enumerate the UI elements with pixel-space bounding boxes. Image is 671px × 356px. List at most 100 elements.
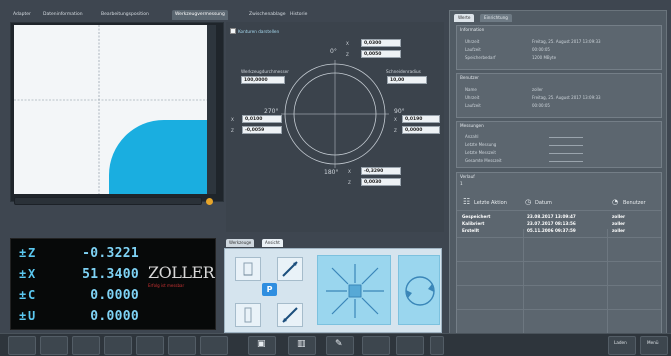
row-divider bbox=[457, 237, 661, 238]
toolbar-slot-button[interactable] bbox=[136, 336, 164, 355]
user-group: Benutzer Name zoller Uhrzeit Freitag, 25… bbox=[456, 73, 662, 118]
col-header-user[interactable]: Benutzer bbox=[623, 200, 646, 206]
right-x-field[interactable]: 0,0190 bbox=[402, 115, 440, 123]
bottom-toolbar: ▣ ▥ ✎ bbox=[0, 333, 671, 356]
probe-up-button[interactable] bbox=[277, 257, 303, 281]
empty-value-line bbox=[549, 161, 583, 162]
row-value: 00:00:05 bbox=[532, 103, 550, 108]
information-group: Information Uhrzeit Freitag, 25. August … bbox=[456, 25, 662, 70]
toolbar-slot-button[interactable] bbox=[40, 336, 68, 355]
rotate-icon bbox=[405, 276, 435, 306]
tab-adapter[interactable]: Adapter bbox=[10, 10, 34, 20]
tab-werte[interactable]: Werte bbox=[454, 14, 475, 22]
list-icon: ☷ bbox=[463, 197, 471, 206]
probe-down-button[interactable] bbox=[277, 303, 303, 327]
tool-side-icon bbox=[244, 307, 252, 323]
dro-axis-label: C bbox=[28, 288, 36, 302]
cell-action: Erstellt bbox=[462, 228, 480, 233]
measurement-canvas[interactable] bbox=[14, 25, 215, 194]
zoom-indicator-icon[interactable] bbox=[206, 198, 213, 205]
row-label: Name bbox=[465, 87, 477, 92]
radius-field[interactable]: 10,00 bbox=[387, 76, 427, 84]
top-z-field[interactable]: 0,0050 bbox=[361, 50, 401, 58]
tab-bearbeitungsposition[interactable]: Bearbeitungsposition bbox=[98, 10, 152, 20]
row-value: Freitag, 25. August 2017 13:09:33 bbox=[532, 95, 601, 100]
tool-holder-icon bbox=[243, 262, 253, 276]
row-divider bbox=[457, 285, 661, 286]
tab-historie[interactable]: Historie bbox=[287, 10, 310, 20]
toolbar-slot-button[interactable] bbox=[396, 336, 424, 355]
row-value: zoller bbox=[532, 87, 543, 92]
row-label: Laufzeit bbox=[465, 47, 481, 52]
row-label: Speicherbedarf bbox=[465, 55, 496, 60]
load-button[interactable] bbox=[608, 336, 636, 355]
zoller-logo: ZOLLER Erfolg ist messbar bbox=[148, 264, 215, 304]
row-value: 00:00:05 bbox=[532, 47, 550, 52]
row-divider bbox=[457, 210, 661, 211]
row-label: Gesamte Messzeit bbox=[465, 158, 502, 163]
row-label: Uhrzeit bbox=[465, 95, 480, 100]
move-directions-icon bbox=[326, 264, 384, 318]
main-tab-bar: Adapter Dateninformation Bearbeitungspos… bbox=[10, 10, 440, 22]
row-label: Letzte Messzeit bbox=[465, 150, 496, 155]
toolbar-slot-button[interactable] bbox=[72, 336, 100, 355]
tab-einrichtung[interactable]: Einrichtung bbox=[480, 14, 512, 22]
empty-value-line bbox=[549, 153, 583, 154]
tab-dateninformation[interactable]: Dateninformation bbox=[40, 10, 86, 20]
right-z-field[interactable]: 0,0000 bbox=[402, 126, 440, 134]
col-header-last-action[interactable]: Letzte Aktion bbox=[474, 200, 507, 206]
diameter-field[interactable]: 100,0000 bbox=[241, 76, 285, 84]
bottom-x-field[interactable]: -0,3290 bbox=[361, 167, 401, 175]
contour-checkbox[interactable] bbox=[230, 28, 236, 36]
diameter-label: Werkzeugdurchmesser bbox=[241, 69, 289, 74]
tool-side-button[interactable] bbox=[235, 303, 261, 327]
menu-button[interactable] bbox=[640, 336, 668, 355]
edit-button[interactable]: ✎ bbox=[326, 336, 354, 355]
toolbar-slot-button[interactable] bbox=[200, 336, 228, 355]
toolbar-slot-button[interactable] bbox=[104, 336, 132, 355]
left-x-label: X bbox=[231, 117, 234, 122]
menu-button-label: Menü bbox=[647, 340, 659, 345]
brand-claim: Erfolg ist messbar bbox=[148, 283, 185, 288]
statistics-button[interactable]: ▥ bbox=[288, 336, 316, 355]
toolbar-slot-button[interactable] bbox=[8, 336, 36, 355]
toolbar-small-button[interactable] bbox=[430, 336, 444, 355]
group-title: Messungen bbox=[460, 123, 484, 128]
col-divider bbox=[523, 229, 524, 333]
orientation-dial[interactable] bbox=[280, 58, 390, 170]
dro-row-u: ± U 0.0000 bbox=[19, 309, 139, 329]
edit-document-icon: ✎ bbox=[335, 339, 343, 349]
clock-icon: ◷ bbox=[525, 198, 532, 206]
tab-werkzeuge[interactable]: Werkzeuge bbox=[226, 239, 255, 247]
checkbox-icon[interactable] bbox=[230, 28, 236, 34]
canvas-horizontal-scrollbar[interactable] bbox=[14, 197, 202, 205]
dro-value-z: -0.3221 bbox=[82, 246, 139, 261]
group-title: Verlauf bbox=[460, 174, 475, 179]
tool-view-button[interactable] bbox=[235, 257, 261, 281]
parking-badge[interactable]: P bbox=[262, 283, 277, 296]
top-x-field[interactable]: 0,0300 bbox=[361, 39, 401, 47]
axis-icon: ± bbox=[19, 309, 27, 323]
left-z-field[interactable]: -0,0059 bbox=[242, 126, 282, 134]
row-label: Laufzeit bbox=[465, 103, 481, 108]
angle-90-label: 90° bbox=[394, 108, 405, 115]
row-value: Freitag, 25. August 2017 13:09:33 bbox=[532, 39, 601, 44]
cell-action: Kalibriert bbox=[462, 221, 485, 226]
print-button[interactable]: ▣ bbox=[248, 336, 276, 355]
bottom-z-field[interactable]: 0,0030 bbox=[361, 178, 401, 186]
row-label: Letzte Messung bbox=[465, 142, 497, 147]
left-x-field[interactable]: 0,0100 bbox=[242, 115, 282, 123]
tab-werkzeugvermessung[interactable]: Werkzeugvermessung bbox=[172, 10, 228, 20]
group-title: Benutzer bbox=[460, 75, 479, 80]
direction-pad[interactable] bbox=[317, 255, 391, 325]
tab-zwischenablage[interactable]: Zwischenablage bbox=[246, 10, 289, 20]
col-header-date[interactable]: Datum bbox=[535, 200, 552, 206]
canvas-vertical-scrollbar[interactable] bbox=[207, 25, 216, 194]
empty-value-line bbox=[549, 145, 583, 146]
axis-icon: ± bbox=[19, 288, 27, 302]
rotate-button[interactable] bbox=[398, 255, 440, 325]
dro-axis-label: U bbox=[28, 309, 36, 323]
toolbar-slot-button[interactable] bbox=[362, 336, 390, 355]
toolbar-slot-button[interactable] bbox=[168, 336, 196, 355]
tab-ansicht[interactable]: Ansicht bbox=[262, 239, 283, 247]
